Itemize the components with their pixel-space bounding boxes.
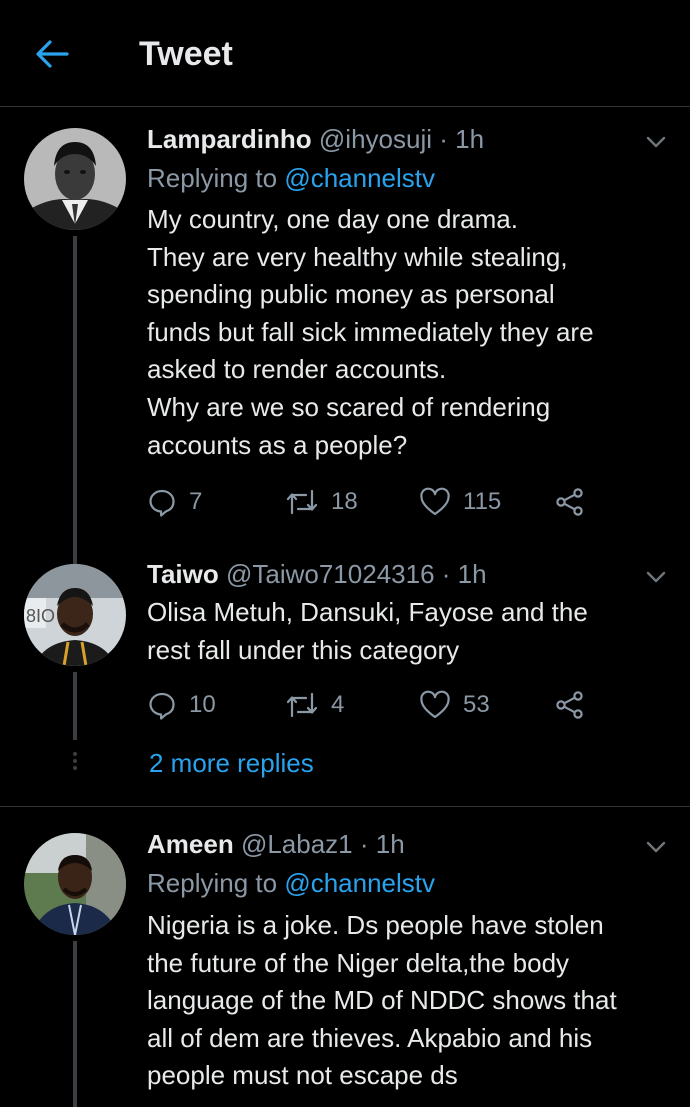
retweet-count: 18 xyxy=(331,488,358,515)
like-icon xyxy=(420,487,450,516)
author-handle[interactable]: @ihyosuji xyxy=(319,124,432,154)
author-handle[interactable]: @Labaz1 xyxy=(241,829,353,859)
tweet-line: Nigeria is a joke. Ds people have stolen xyxy=(147,910,604,940)
retweet-icon xyxy=(286,489,318,515)
tweet-line: My country, one day one drama. xyxy=(147,204,518,234)
share-button[interactable] xyxy=(553,484,587,520)
tweet-line: Olisa Metuh, Dansuki, Fayose and the xyxy=(147,597,588,627)
retweet-button[interactable]: 18 xyxy=(285,484,358,520)
tweet-time: · 1h xyxy=(439,124,485,154)
tweet-author-row: Ameen @Labaz1 · 1h xyxy=(147,829,405,860)
like-icon xyxy=(420,690,450,719)
tweet-time: · 1h xyxy=(359,829,405,859)
share-button[interactable] xyxy=(553,687,587,723)
avatar[interactable] xyxy=(24,833,126,935)
reply-button[interactable]: 7 xyxy=(147,484,202,520)
tweet-time: · 1h xyxy=(441,559,487,589)
author-name[interactable]: Ameen xyxy=(147,829,234,859)
tweet-text: Nigeria is a joke. Ds people have stolen… xyxy=(147,907,667,1095)
tweet-line: people must not escape ds xyxy=(147,1060,458,1091)
like-button[interactable]: 115 xyxy=(419,484,501,520)
divider xyxy=(0,806,690,807)
tweet-line: the future of the Niger delta,the body xyxy=(147,947,570,978)
replying-to-link[interactable]: @channelstv xyxy=(284,163,435,193)
reply-icon xyxy=(149,692,175,720)
tweet-text: My country, one day one drama. They are … xyxy=(147,201,667,464)
tweet-line: They are very healthy while stealing, xyxy=(147,241,568,272)
author-handle[interactable]: @Taiwo71024316 xyxy=(226,559,435,589)
like-button[interactable]: 53 xyxy=(419,687,490,723)
share-icon xyxy=(556,488,583,516)
chevron-down-icon[interactable] xyxy=(644,130,668,154)
replying-to: Replying to @channelstv xyxy=(147,163,435,194)
avatar[interactable]: 8IO xyxy=(24,564,126,666)
retweet-icon xyxy=(286,692,318,718)
svg-text:8IO: 8IO xyxy=(26,606,55,626)
reply-button[interactable]: 10 xyxy=(147,687,216,723)
share-icon xyxy=(556,691,583,719)
back-button[interactable] xyxy=(30,34,74,74)
tweet-author-row: Taiwo @Taiwo71024316 · 1h xyxy=(147,559,487,590)
reply-count: 10 xyxy=(189,691,216,718)
thread-line xyxy=(73,236,77,546)
tweet-actions: 10 4 53 xyxy=(147,687,607,723)
retweet-count: 4 xyxy=(331,691,345,718)
thread-line xyxy=(73,546,77,564)
thread-line xyxy=(73,672,77,740)
more-replies-link[interactable]: 2 more replies xyxy=(149,748,314,779)
author-name[interactable]: Lampardinho xyxy=(147,124,312,154)
replying-to: Replying to @channelstv xyxy=(147,868,435,899)
reply-icon xyxy=(149,489,175,517)
replying-to-link[interactable]: @channelstv xyxy=(284,868,435,898)
more-replies-dots xyxy=(73,752,77,773)
tweet-line: accounts as a people? xyxy=(147,429,408,460)
thread-line xyxy=(73,941,77,1107)
retweet-button[interactable]: 4 xyxy=(285,687,344,723)
page-title: Tweet xyxy=(139,35,233,73)
author-name[interactable]: Taiwo xyxy=(147,559,219,589)
tweet-line: rest fall under this category xyxy=(147,634,460,665)
top-bar: Tweet xyxy=(0,0,690,107)
tweet-line: funds but fall sick immediately they are xyxy=(147,316,594,347)
chevron-down-icon[interactable] xyxy=(644,835,668,859)
tweet-line: all of dem are thieves. Akpabio and his xyxy=(147,1022,593,1053)
tweet-line: spending public money as personal xyxy=(147,279,555,310)
chevron-down-icon[interactable] xyxy=(644,565,668,589)
replying-to-label: Replying to xyxy=(147,163,278,193)
tweet-line: asked to render accounts. xyxy=(147,354,447,385)
reply-count: 7 xyxy=(189,488,203,515)
tweet-actions: 7 18 115 xyxy=(147,484,607,520)
like-count: 115 xyxy=(463,488,502,515)
tweet-line: Why are we so scared of rendering xyxy=(147,391,551,422)
tweet-line: language of the MD of NDDC shows that xyxy=(147,985,617,1016)
like-count: 53 xyxy=(463,691,490,718)
tweet-text: Olisa Metuh, Dansuki, Fayose and the res… xyxy=(147,594,667,669)
back-arrow-icon xyxy=(36,40,69,68)
tweet-author-row: Lampardinho @ihyosuji · 1h xyxy=(147,124,484,155)
replying-to-label: Replying to xyxy=(147,868,278,898)
avatar[interactable] xyxy=(24,128,126,230)
